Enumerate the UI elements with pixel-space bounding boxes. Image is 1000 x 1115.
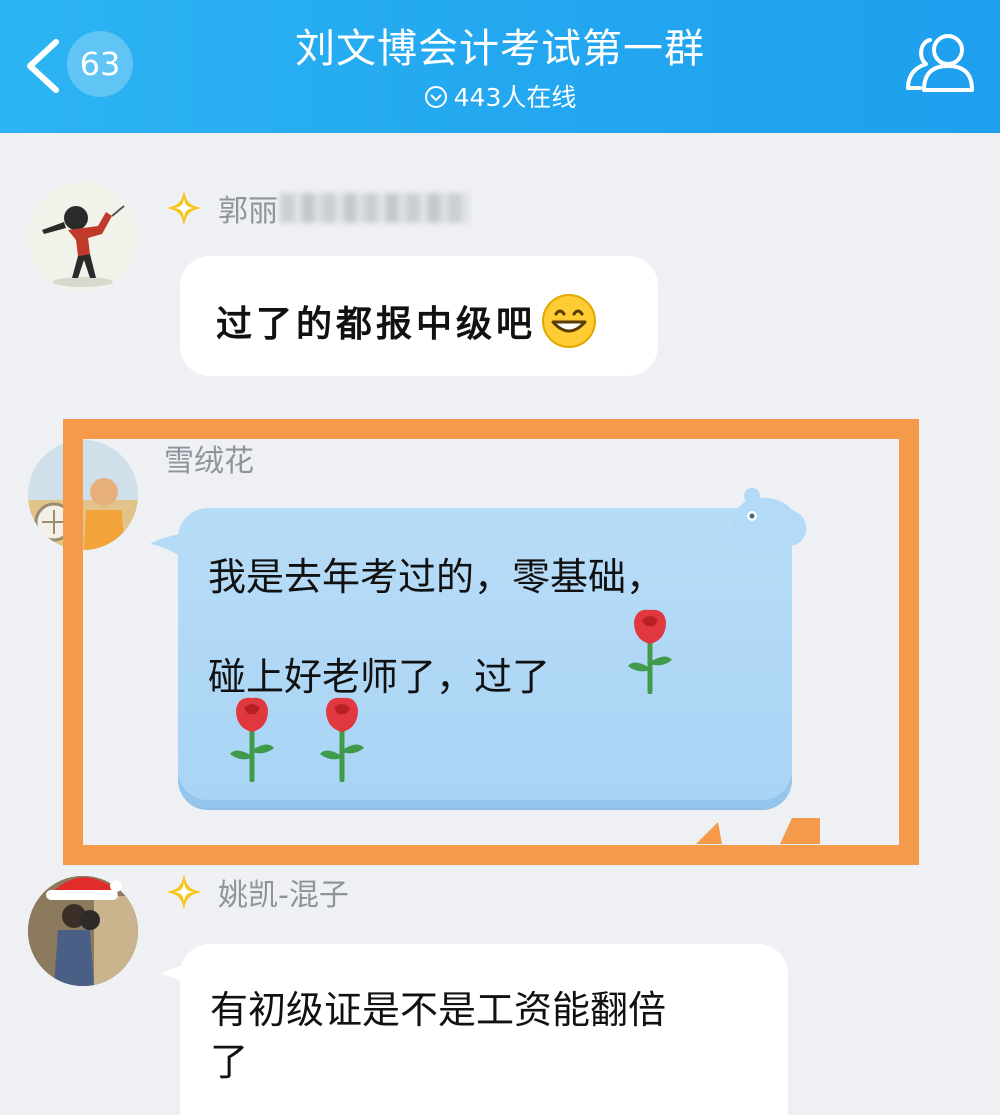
rose-icon — [628, 609, 672, 694]
online-count-text: 443人在线 — [453, 83, 577, 112]
sender-row: 郭丽 — [164, 186, 470, 230]
rose-icon — [320, 697, 364, 782]
avatar[interactable] — [28, 440, 138, 550]
sender-name[interactable]: 郭丽 — [218, 186, 278, 230]
group-members-icon[interactable] — [904, 30, 976, 96]
message-text-line: 我是去年考过的，零基础， — [208, 555, 665, 599]
sender-row: 姚凯-混子 — [164, 870, 349, 914]
sender-name[interactable]: 姚凯-混子 — [218, 870, 349, 914]
bubble-decoration-icon — [732, 488, 807, 547]
rank-star-icon — [166, 874, 202, 910]
group-title: 刘文博会计考试第一群 — [295, 26, 705, 72]
blurred-name-redaction — [280, 193, 470, 223]
rose-icon — [230, 697, 274, 782]
message-text: 过了的都报中级吧 — [216, 303, 537, 345]
sender-name[interactable]: 雪绒花 — [164, 436, 254, 480]
grinning-face-icon — [542, 294, 597, 348]
avatar-photo — [28, 440, 138, 550]
message-text-line: 了 — [210, 1040, 249, 1084]
online-status: 443人在线 — [0, 78, 1000, 114]
avatar-illustration — [28, 182, 138, 292]
bubble-tail — [150, 534, 180, 556]
santa-hat-icon — [46, 877, 122, 900]
avatar[interactable] — [28, 182, 138, 292]
message-text-line: 有初级证是不是工资能翻倍 — [210, 988, 667, 1032]
sender-row: 雪绒花 — [164, 436, 254, 480]
rank-star-icon — [166, 190, 202, 226]
bubble-feet-decoration — [696, 818, 820, 844]
online-circle-icon — [424, 86, 447, 108]
message-bubble[interactable]: 过了的都报中级吧 — [180, 256, 658, 376]
chat-header: 63 刘文博会计考试第一群 443人在线 — [0, 0, 1000, 133]
message-bubble[interactable]: 有初级证是不是工资能翻倍 了 — [180, 944, 788, 1115]
